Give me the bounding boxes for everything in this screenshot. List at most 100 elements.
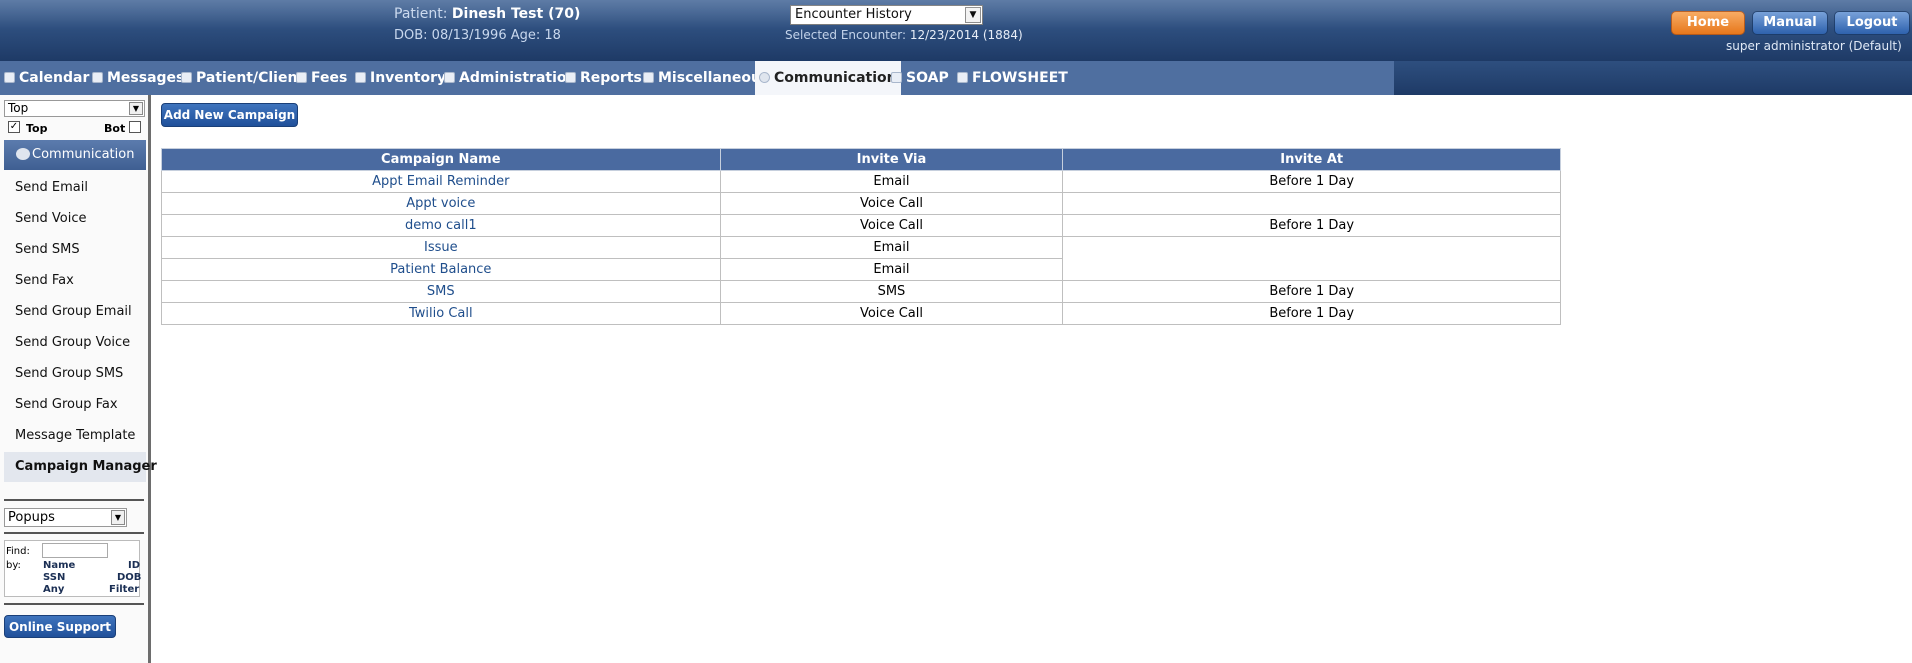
sidebar-item-message-template[interactable]: Message Template (4, 421, 146, 451)
chevron-down-icon[interactable]: ▼ (111, 510, 125, 525)
current-user: super administrator (Default) (1726, 39, 1902, 53)
sidebar-item-send-voice[interactable]: Send Voice (4, 204, 146, 234)
manual-button[interactable]: Manual (1752, 11, 1828, 35)
find-by-any-link[interactable]: Any (43, 584, 64, 595)
invite-via-cell: Voice Call (719, 214, 1064, 237)
find-by-name-link[interactable]: Name (43, 560, 75, 571)
table-header-row: Campaign Name Invite Via Invite At (161, 148, 1561, 171)
chevron-down-icon[interactable]: ▼ (965, 7, 981, 23)
sidebar-item-send-group-fax[interactable]: Send Group Fax (4, 390, 146, 420)
encounter-select-value: Encounter History (795, 7, 912, 22)
sidebar-item-send-sms[interactable]: Send SMS (4, 235, 146, 265)
miscellaneous-icon (643, 72, 654, 83)
selected-encounter-label: Selected Encounter: (785, 28, 910, 42)
patient-info: Patient: Dinesh Test (70) (394, 6, 580, 22)
online-support-button[interactable]: Online Support (4, 615, 116, 638)
invite-via-cell: Voice Call (719, 192, 1064, 215)
patient-icon (181, 72, 192, 83)
soap-icon (891, 72, 902, 83)
tab-label: Messages (107, 70, 185, 86)
tab-label: Fees (311, 70, 348, 86)
tab-communication[interactable]: Communication (755, 61, 901, 95)
tab-label: Miscellaneous (658, 70, 770, 86)
administration-icon (444, 72, 455, 83)
tab-label: Inventory (370, 70, 447, 86)
campaign-name-link[interactable]: Patient Balance (161, 258, 721, 281)
top-checkbox[interactable]: ✓ (8, 121, 20, 133)
table-row: Twilio Call Voice Call Before 1 Day (161, 302, 1561, 325)
frame-select[interactable]: Top ▼ (4, 100, 145, 117)
sidebar-item-campaign-manager[interactable]: Campaign Manager (4, 452, 157, 482)
tab-miscellaneous[interactable]: Miscellaneous (643, 61, 769, 95)
invite-at-cell: Before 1 Day (1062, 302, 1561, 325)
campaign-table: Campaign Name Invite Via Invite At Appt … (161, 148, 1561, 325)
table-row: Patient Balance Email (161, 258, 1561, 281)
reports-icon (565, 72, 576, 83)
communication-section-header[interactable]: Communication (4, 140, 146, 170)
section-title: Communication (32, 147, 135, 162)
selected-encounter: Selected Encounter: 12/23/2014 (1884) (785, 28, 1023, 42)
add-new-campaign-button[interactable]: Add New Campaign (161, 103, 298, 127)
tab-inventory[interactable]: Inventory (355, 61, 446, 95)
find-by-dob-link[interactable]: DOB (117, 572, 141, 583)
fees-icon (296, 72, 307, 83)
chevron-down-icon[interactable]: ▼ (129, 102, 143, 115)
bot-checkbox[interactable] (129, 121, 141, 133)
find-filter-link[interactable]: Filter (109, 584, 139, 595)
find-by-ssn-link[interactable]: SSN (43, 572, 65, 583)
tab-soap[interactable]: SOAP (891, 61, 949, 95)
flowsheet-icon (957, 72, 968, 83)
campaign-name-link[interactable]: Issue (161, 236, 721, 259)
frame-select-value: Top (8, 101, 29, 115)
bot-checkbox-label: Bot (104, 122, 126, 135)
left-sidebar: Top ▼ ✓ Top Bot Communication Send Email… (0, 95, 157, 663)
tab-administration[interactable]: Administration (444, 61, 576, 95)
tab-reports[interactable]: Reports (565, 61, 642, 95)
tab-label: Patient/Client (196, 70, 305, 86)
tab-fees[interactable]: Fees (296, 61, 347, 95)
sidebar-item-send-fax[interactable]: Send Fax (4, 266, 146, 296)
messages-icon (92, 72, 103, 83)
campaign-name-link[interactable]: demo call1 (161, 214, 721, 237)
find-label: Find: (6, 546, 30, 557)
logout-button[interactable]: Logout (1834, 11, 1910, 35)
patient-name[interactable]: Dinesh Test (70) (452, 6, 580, 22)
communication-icon (759, 72, 770, 83)
invite-at-cell (1062, 236, 1561, 259)
sidebar-item-send-email[interactable]: Send Email (4, 173, 146, 203)
tab-flowsheet[interactable]: FLOWSHEET (957, 61, 1068, 95)
sidebar-item-send-group-sms[interactable]: Send Group SMS (4, 359, 146, 389)
popups-select[interactable]: Popups ▼ (4, 508, 127, 527)
invite-via-cell: SMS (719, 280, 1064, 303)
top-checkbox-label: Top (26, 122, 48, 135)
tab-patient-client[interactable]: Patient/Client (181, 61, 304, 95)
tab-messages[interactable]: Messages (92, 61, 184, 95)
tab-calendar[interactable]: Calendar (4, 61, 89, 95)
encounter-history-select[interactable]: Encounter History ▼ (790, 5, 983, 25)
inventory-icon (355, 72, 366, 83)
table-row: Appt Email Reminder Email Before 1 Day (161, 170, 1561, 193)
campaign-name-link[interactable]: SMS (161, 280, 721, 303)
sidebar-item-send-group-voice[interactable]: Send Group Voice (4, 328, 146, 358)
patient-dob-age: DOB: 08/13/1996 Age: 18 (394, 28, 561, 43)
tab-label: Communication (774, 70, 897, 86)
invite-via-cell: Email (719, 170, 1064, 193)
divider (4, 603, 144, 605)
nav-filler (1394, 61, 1912, 95)
campaign-name-link[interactable]: Appt voice (161, 192, 721, 215)
tab-label: Administration (459, 70, 577, 86)
find-by-id-link[interactable]: ID (128, 560, 140, 571)
patient-prefix: Patient: (394, 6, 452, 22)
invite-at-cell (1062, 258, 1561, 281)
campaign-name-link[interactable]: Twilio Call (161, 302, 721, 325)
campaign-name-link[interactable]: Appt Email Reminder (161, 170, 721, 193)
tab-label: Reports (580, 70, 642, 86)
find-input[interactable] (42, 543, 108, 558)
home-button[interactable]: Home (1671, 11, 1745, 35)
tab-label: SOAP (906, 70, 949, 86)
selected-encounter-value: 12/23/2014 (1884) (909, 28, 1023, 42)
invite-at-cell (1062, 192, 1561, 215)
sidebar-item-send-group-email[interactable]: Send Group Email (4, 297, 146, 327)
column-header-invite-via: Invite Via (719, 148, 1064, 171)
column-header-invite-at: Invite At (1062, 148, 1561, 171)
